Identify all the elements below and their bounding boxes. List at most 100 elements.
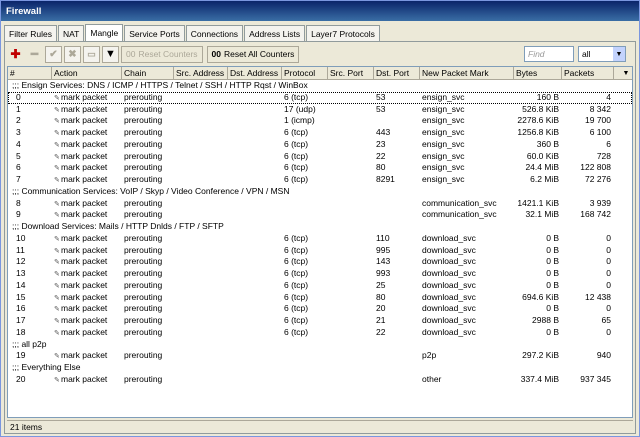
- tab-address-lists[interactable]: Address Lists: [244, 25, 306, 41]
- table-row[interactable]: 8 ✎mark packet prerouting communication_svc…: [8, 198, 632, 210]
- cell-num: 17: [16, 315, 26, 325]
- filter-select[interactable]: all ▼: [578, 46, 626, 62]
- table-row[interactable]: 18 ✎mark packet prerouting 6 (tcp) 22 downloa…: [8, 327, 632, 339]
- column-header-src-address[interactable]: Src. Address: [174, 67, 228, 80]
- column-header-chain[interactable]: Chain: [122, 67, 174, 80]
- cell-packets: 0: [606, 326, 611, 337]
- status-bar: 21 items: [7, 420, 633, 432]
- counter-reset-icon: 00: [126, 49, 136, 59]
- filter-icon[interactable]: ▼: [102, 45, 119, 63]
- column-header-bytes[interactable]: Bytes: [514, 67, 562, 80]
- table-row[interactable]: 1 ✎mark packet prerouting 17 (udp) 53 ensign_…: [8, 104, 632, 116]
- comment-row[interactable]: ;;; Download Services: Mails / HTTP Dnld…: [8, 221, 632, 233]
- cell-sport: [328, 115, 374, 127]
- cell-num: 18: [16, 326, 26, 337]
- column-menu-icon[interactable]: ▼: [620, 67, 632, 80]
- column-header-new-packet-mark[interactable]: New Packet Mark: [420, 67, 514, 80]
- cell-src: [174, 303, 228, 315]
- table-row[interactable]: 20 ✎mark packet prerouting other 337.4 MiB 93…: [8, 374, 632, 386]
- find-input[interactable]: Find: [524, 46, 574, 62]
- table-row[interactable]: 0 ✎mark packet prerouting 6 (tcp) 53 ensign_s…: [8, 91, 632, 104]
- column-header-action[interactable]: Action: [52, 67, 122, 80]
- table-row[interactable]: 15 ✎mark packet prerouting 6 (tcp) 80 downloa…: [8, 292, 632, 304]
- reset-counters-button[interactable]: 00 Reset Counters: [121, 45, 203, 63]
- title-bar[interactable]: Firewall: [1, 1, 639, 21]
- cell-action: ✎mark packet: [52, 350, 122, 362]
- table-row[interactable]: 17 ✎mark packet prerouting 6 (tcp) 21 downloa…: [8, 315, 632, 327]
- action-text: mark packet: [61, 315, 108, 325]
- tab-service-ports[interactable]: Service Ports: [124, 25, 185, 41]
- cell-action: ✎mark packet: [52, 315, 122, 327]
- cell-action: ✎mark packet: [52, 327, 122, 339]
- cell-src: [174, 350, 228, 362]
- rule-comment: ;;; all p2p: [12, 338, 47, 349]
- tab-layer7-protocols[interactable]: Layer7 Protocols: [306, 25, 380, 41]
- window-title: Firewall: [6, 5, 42, 17]
- column-header-dst-address[interactable]: Dst. Address: [228, 67, 282, 80]
- table-row[interactable]: 16 ✎mark packet prerouting 6 (tcp) 20 downloa…: [8, 303, 632, 315]
- comment-row[interactable]: ;;; Everything Else: [8, 362, 632, 374]
- cell-protocol: 6 (tcp): [284, 291, 309, 302]
- table-row[interactable]: 7 ✎mark packet prerouting 6 (tcp) 8291 ensign…: [8, 174, 632, 186]
- table-row[interactable]: 11 ✎mark packet prerouting 6 (tcp) 995 downlo…: [8, 245, 632, 257]
- cell-protocol: 6 (tcp): [284, 326, 309, 337]
- cell-chain: prerouting: [124, 373, 163, 384]
- rule-comment: ;;; Download Services: Mails / HTTP Dnld…: [12, 221, 224, 231]
- cell-dport: 80: [376, 162, 386, 173]
- column-header-protocol[interactable]: Protocol: [282, 67, 328, 80]
- column-header-number[interactable]: #: [8, 67, 52, 80]
- table-row[interactable]: 10 ✎mark packet prerouting 6 (tcp) 110 downlo…: [8, 233, 632, 245]
- table-row[interactable]: 5 ✎mark packet prerouting 6 (tcp) 22 ensign_s…: [8, 151, 632, 163]
- cell-bytes: 0 B: [546, 279, 559, 290]
- tab-filter-rules[interactable]: Filter Rules: [4, 25, 57, 41]
- cell-bytes: 0 B: [546, 303, 559, 314]
- column-header-src-port[interactable]: Src. Port: [328, 67, 374, 80]
- cell-action: ✎mark packet: [52, 104, 122, 116]
- table-header: Packets Bytes New Packet Mark Dst. Port Src.…: [8, 67, 632, 80]
- action-text: mark packet: [61, 350, 108, 361]
- cell-sport: [328, 162, 374, 174]
- table-row[interactable]: 13 ✎mark packet prerouting 6 (tcp) 993 downlo…: [8, 268, 632, 280]
- cell-sport: [328, 374, 374, 386]
- comment-row[interactable]: ;;; Communication Services: VoIP / Skyp …: [8, 186, 632, 198]
- cell-packets: 6: [606, 138, 611, 149]
- cell-dst: [228, 268, 282, 280]
- table-row[interactable]: 4 ✎mark packet prerouting 6 (tcp) 23 ensign_s…: [8, 139, 632, 151]
- table-row[interactable]: 19 ✎mark packet prerouting p2p 297.2 KiB 940: [8, 350, 632, 362]
- cell-src: [174, 256, 228, 268]
- tab-connections[interactable]: Connections: [185, 25, 244, 41]
- tab-mangle[interactable]: Mangle: [85, 24, 124, 41]
- table-row[interactable]: 12 ✎mark packet prerouting 6 (tcp) 143 downlo…: [8, 256, 632, 268]
- column-header-packets[interactable]: Packets: [562, 67, 614, 80]
- cell-src: [174, 315, 228, 327]
- action-text: mark packet: [61, 115, 108, 126]
- cell-packets: 72 276: [585, 174, 611, 184]
- column-header-dst-port[interactable]: Dst. Port: [374, 67, 420, 80]
- table-row[interactable]: 3 ✎mark packet prerouting 6 (tcp) 443 ensign_…: [8, 127, 632, 139]
- cell-num: 0: [16, 91, 21, 102]
- cell-mark: communication_svc: [422, 197, 497, 208]
- cell-src: [174, 174, 228, 186]
- minus-icon[interactable]: ━: [26, 46, 43, 63]
- action-text: mark packet: [61, 174, 108, 184]
- table-row[interactable]: 14 ✎mark packet prerouting 6 (tcp) 25 downloa…: [8, 280, 632, 292]
- cell-chain: prerouting: [124, 268, 163, 278]
- table-row[interactable]: 9 ✎mark packet prerouting communication_svc…: [8, 209, 632, 221]
- table-row[interactable]: 2 ✎mark packet prerouting 1 (icmp) ensign_sv…: [8, 115, 632, 127]
- x-icon[interactable]: ✖: [64, 45, 81, 63]
- pencil-icon: ✎: [54, 141, 60, 149]
- cell-mark: communication_svc: [422, 209, 497, 220]
- cell-chain: prerouting: [124, 303, 163, 314]
- cell-packets: 0: [606, 256, 611, 267]
- comment-row[interactable]: ;;; all p2p: [8, 339, 632, 351]
- table-row[interactable]: 6 ✎mark packet prerouting 6 (tcp) 80 ensign_s…: [8, 162, 632, 174]
- cell-sport: [328, 139, 374, 151]
- reset-all-counters-button[interactable]: 00 Reset All Counters: [206, 45, 300, 63]
- comment-row[interactable]: ;;; Ensign Services: DNS / ICMP / HTTPS …: [8, 80, 632, 92]
- plus-icon[interactable]: ✚: [7, 46, 24, 63]
- pencil-icon: ✎: [54, 165, 60, 173]
- tab-nat[interactable]: NAT: [57, 25, 85, 41]
- check-icon[interactable]: ✔: [45, 45, 62, 63]
- comment-icon[interactable]: ▭: [83, 45, 100, 63]
- cell-protocol: 6 (tcp): [284, 127, 309, 137]
